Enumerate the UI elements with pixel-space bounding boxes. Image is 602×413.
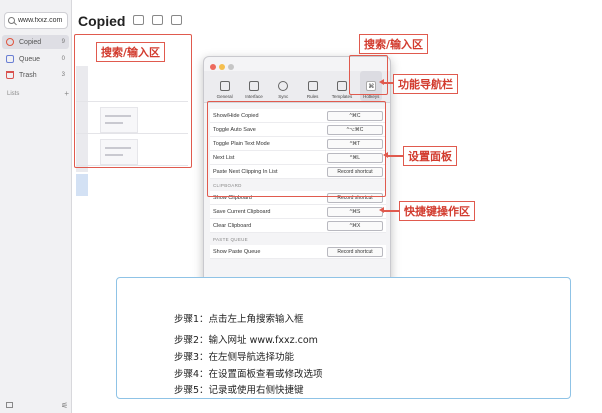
tab-label: Sync	[278, 94, 289, 99]
share-icon[interactable]	[171, 15, 182, 25]
template-icon	[336, 81, 347, 91]
step-text: 步骤1：点击左上角搜索输入框	[174, 314, 304, 325]
arrow-icon	[379, 207, 399, 213]
page-title: Copied	[78, 13, 126, 29]
hotkey-row: Show Paste Queue Record shortcut	[210, 245, 386, 259]
cloud-icon	[278, 81, 289, 91]
sidebar-item-count: 0	[61, 56, 65, 62]
annotation-hotkeys: 快捷键操作区	[399, 201, 475, 221]
close-window-button[interactable]	[210, 64, 216, 70]
shortcut-recorder[interactable]: ^⌘S	[327, 207, 383, 217]
annotation-box-hotkeys-tab	[349, 55, 388, 95]
sidebar-item-count: 9	[61, 39, 65, 45]
sidebar-item-label: Copied	[19, 38, 42, 46]
settings-sliders-icon[interactable]: ⚟	[61, 401, 68, 410]
step-text: 步骤4：在设置面板查看或修改选项	[174, 369, 323, 380]
lists-header: Lists +	[7, 90, 69, 98]
hotkey-label: Show Paste Queue	[213, 248, 261, 255]
step-text: 步骤3：在左侧导航选择功能	[174, 352, 295, 363]
tab-interface[interactable]: Interface	[243, 71, 265, 101]
sidebar-item-copied[interactable]: Copied 9	[2, 35, 69, 49]
lists-label: Lists	[7, 91, 20, 97]
tab-label: Rules	[306, 94, 319, 99]
arrow-icon	[383, 152, 403, 158]
arrow-icon	[379, 79, 393, 85]
tab-general[interactable]: General	[214, 71, 236, 101]
sidebar-item-label: Trash	[19, 71, 37, 79]
tab-rules[interactable]: Rules	[302, 71, 324, 101]
annotation-search-right: 搜索/输入区	[359, 34, 429, 54]
tab-label: General	[216, 94, 233, 99]
search-icon	[8, 17, 15, 24]
sidebar: Copied 9 Queue 0 Trash 3 Lists + ⚟	[0, 0, 72, 413]
copied-icon	[6, 38, 14, 46]
sidebar-item-count: 3	[61, 72, 65, 78]
minimize-window-button[interactable]	[219, 64, 225, 70]
section-header: PASTE QUEUE	[213, 236, 248, 242]
layers-icon[interactable]	[133, 15, 144, 25]
signpost-icon	[307, 81, 318, 91]
add-list-button[interactable]: +	[64, 90, 69, 98]
annotation-nav: 功能导航栏	[393, 74, 458, 94]
annotation-search-left: 搜索/输入区	[96, 42, 166, 62]
search-field[interactable]	[4, 12, 70, 29]
brush-icon	[248, 81, 259, 91]
zoom-window-button[interactable]	[228, 64, 234, 70]
hotkey-label: Clear Clipboard	[213, 222, 252, 229]
hotkey-label: Save Current Clipboard	[213, 208, 271, 215]
shortcut-recorder[interactable]: Record shortcut	[327, 247, 383, 257]
tab-sync[interactable]: Sync	[272, 71, 294, 101]
annotation-settings: 设置面板	[403, 146, 457, 166]
shortcut-recorder[interactable]: ^⌘X	[327, 221, 383, 231]
step-text: 步骤2：输入网址 www.fxxz.com	[174, 335, 318, 346]
annotation-box-settings	[207, 101, 386, 197]
steps-panel: 步骤1：点击左上角搜索输入框 步骤2：输入网址 www.fxxz.com 步骤3…	[116, 277, 571, 399]
sidebar-item-queue[interactable]: Queue 0	[2, 52, 69, 66]
list-item[interactable]	[76, 174, 188, 196]
hotkey-row: Save Current Clipboard ^⌘S	[210, 205, 386, 219]
clip-marker	[76, 174, 88, 196]
hotkey-row: Clear Clipboard ^⌘X	[210, 219, 386, 233]
search-input[interactable]	[18, 17, 70, 24]
contact-icon[interactable]	[152, 15, 163, 25]
tab-label: Interface	[245, 94, 263, 99]
trash-icon	[6, 71, 14, 79]
sidebar-item-label: Queue	[19, 55, 41, 63]
sidebar-toggle-icon[interactable]	[6, 402, 13, 408]
sidebar-item-trash[interactable]: Trash 3	[2, 68, 69, 82]
step-text: 步骤5：记录或使用右侧快捷键	[174, 385, 304, 396]
queue-icon	[6, 55, 14, 63]
sliders-icon	[219, 81, 230, 91]
